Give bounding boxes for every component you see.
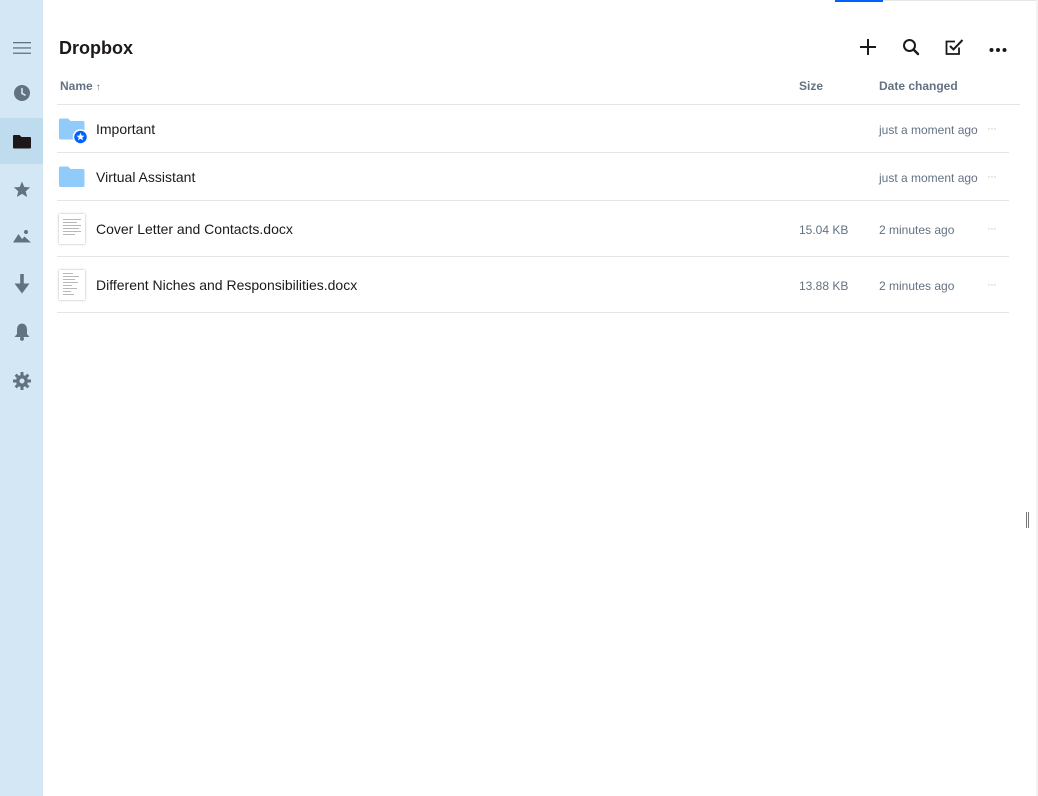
sidebar-item-notifications[interactable] <box>0 309 43 355</box>
page-title: Dropbox <box>59 38 133 58</box>
checkbox-edit-icon <box>945 38 964 61</box>
sidebar-item-recents[interactable] <box>0 70 43 116</box>
file-name[interactable]: Cover Letter and Contacts.docx <box>96 221 293 237</box>
select-button[interactable] <box>941 36 967 62</box>
folder-icon <box>59 166 85 193</box>
folder-icon <box>12 134 31 149</box>
recent-clock-icon <box>13 84 31 102</box>
file-date: just a moment ago <box>879 171 978 185</box>
row-more-button[interactable]: ··· <box>987 221 997 235</box>
more-options-button[interactable] <box>985 36 1011 62</box>
plus-icon <box>859 38 877 61</box>
file-date: 2 minutes ago <box>879 279 955 293</box>
photos-icon <box>12 229 31 243</box>
starred-folder-icon <box>59 117 89 150</box>
table-row[interactable]: Different Niches and Responsibilities.do… <box>57 257 1009 313</box>
document-thumbnail-icon <box>59 270 85 300</box>
resize-handle[interactable] <box>1026 512 1031 528</box>
download-icon <box>14 274 30 294</box>
row-more-button[interactable]: ··· <box>987 277 997 291</box>
active-tab-indicator <box>835 0 883 2</box>
file-size: 15.04 KB <box>799 223 849 237</box>
bell-icon <box>14 323 30 341</box>
search-button[interactable] <box>898 36 924 62</box>
table-row[interactable]: Cover Letter and Contacts.docx 15.04 KB … <box>57 201 1009 257</box>
add-button[interactable] <box>855 36 881 62</box>
sidebar-item-starred[interactable] <box>0 166 43 212</box>
column-header-size[interactable]: Size <box>799 79 823 93</box>
gear-icon <box>12 372 31 390</box>
column-header-date[interactable]: Date changed <box>879 79 958 93</box>
file-name[interactable]: Different Niches and Responsibilities.do… <box>96 277 357 293</box>
file-size: 13.88 KB <box>799 279 849 293</box>
search-icon <box>902 38 920 61</box>
sort-ascending-icon: ↑ <box>95 82 101 93</box>
top-divider <box>883 0 1038 1</box>
more-horizontal-icon <box>989 40 1007 58</box>
file-date: 2 minutes ago <box>879 223 955 237</box>
sidebar-item-settings[interactable] <box>0 358 43 404</box>
app-window: Dropbox Name ↑ Size Date changed Importa… <box>0 0 1038 796</box>
sidebar-rail <box>0 0 43 796</box>
star-icon <box>13 181 31 198</box>
row-more-button[interactable]: ··· <box>987 121 997 135</box>
column-header-name-label: Name <box>60 79 93 93</box>
sidebar-item-photos[interactable] <box>0 213 43 259</box>
file-name[interactable]: Virtual Assistant <box>96 169 195 185</box>
file-name[interactable]: Important <box>96 121 155 137</box>
file-date: just a moment ago <box>879 123 978 137</box>
sidebar-item-files[interactable] <box>0 118 43 164</box>
document-thumbnail-icon <box>59 214 85 244</box>
sidebar-item-offline[interactable] <box>0 261 43 307</box>
table-row[interactable]: Important just a moment ago ··· <box>57 105 1009 153</box>
column-header-name[interactable]: Name ↑ <box>60 79 101 93</box>
hamburger-menu-icon <box>12 41 31 55</box>
sidebar-item-menu[interactable] <box>0 25 43 71</box>
table-row[interactable]: Virtual Assistant just a moment ago ··· <box>57 153 1009 201</box>
row-more-button[interactable]: ··· <box>987 169 997 183</box>
